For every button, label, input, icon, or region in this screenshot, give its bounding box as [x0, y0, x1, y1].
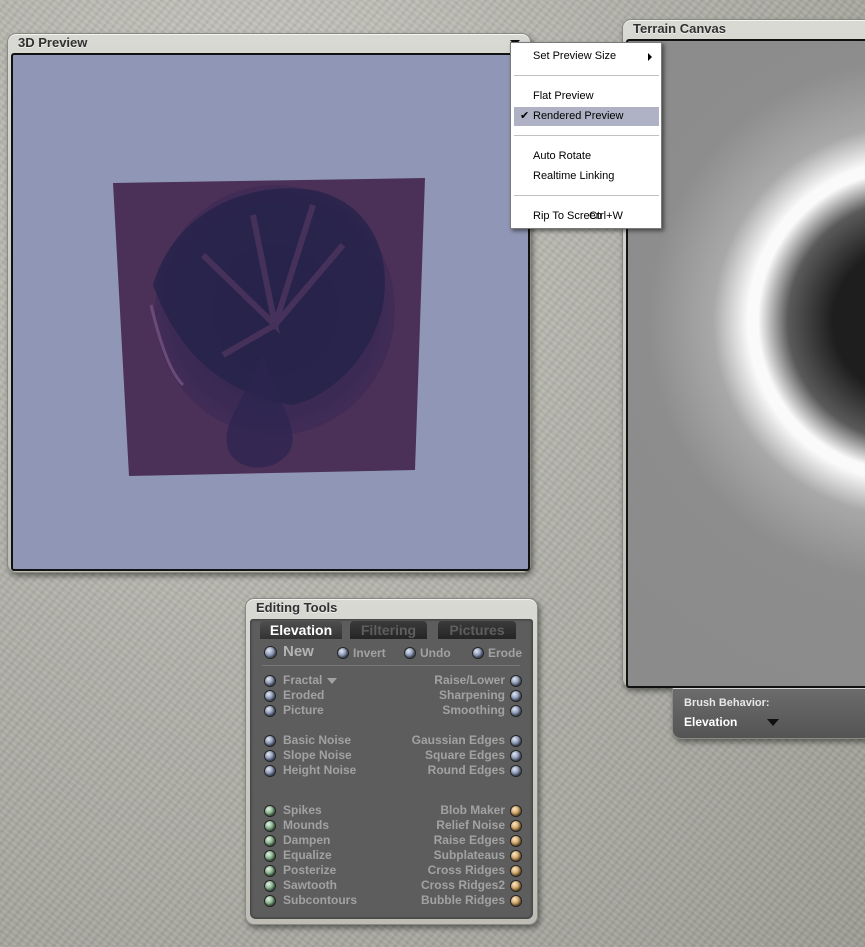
tool-button-icon[interactable] [511, 851, 521, 861]
tool-button-icon[interactable] [511, 881, 521, 891]
brush-behavior-dropdown-icon[interactable] [767, 719, 779, 726]
editing-tools-title: Editing Tools [256, 600, 338, 615]
menu-item-flat-preview[interactable]: Flat Preview [514, 87, 659, 106]
tool-button[interactable]: Relief Noise [436, 818, 505, 833]
tool-button[interactable]: Basic Noise [283, 733, 351, 748]
menu-item-label: Realtime Linking [533, 170, 615, 182]
new-button-icon[interactable] [265, 647, 276, 658]
tool-button[interactable]: Sharpening [439, 688, 505, 703]
editing-tools-body: Elevation Filtering Pictures New Invert … [250, 619, 533, 919]
tool-button[interactable]: Raise/Lower [434, 673, 505, 688]
preview-title: 3D Preview [18, 35, 88, 50]
tool-button[interactable]: Subplateaus [434, 848, 505, 863]
editing-tools-panel: Editing Tools Elevation Filtering Pictur… [245, 598, 538, 925]
tool-button-icon[interactable] [265, 881, 275, 891]
invert-button-icon[interactable] [338, 648, 348, 658]
menu-item-shortcut: Ctrl+W [589, 210, 623, 222]
menu-item-realtime-linking[interactable]: Realtime Linking [514, 167, 659, 186]
tool-button-icon[interactable] [265, 766, 275, 776]
tool-button[interactable]: Round Edges [428, 763, 505, 778]
preview-viewport[interactable] [11, 53, 530, 571]
tool-button-icon[interactable] [511, 676, 521, 686]
tool-button[interactable]: Blob Maker [440, 803, 505, 818]
menu-item-label: Auto Rotate [533, 150, 592, 162]
tool-button-icon[interactable] [265, 896, 275, 906]
tool-button-icon[interactable] [265, 806, 275, 816]
invert-button[interactable]: Invert [353, 646, 386, 661]
terrain-render [113, 178, 425, 476]
tool-button-icon[interactable] [265, 751, 275, 761]
tool-button[interactable]: Posterize [283, 863, 336, 878]
submenu-arrow-icon [648, 53, 652, 61]
tool-button[interactable]: Subcontours [283, 893, 357, 908]
tool-button-icon[interactable] [265, 821, 275, 831]
menu-separator [514, 135, 659, 136]
tool-button[interactable]: Cross Ridges [428, 863, 505, 878]
brush-behavior-value[interactable]: Elevation [684, 715, 737, 729]
menu-separator [514, 75, 659, 76]
tool-button[interactable]: Sawtooth [283, 878, 337, 893]
tool-button[interactable]: Slope Noise [283, 748, 352, 763]
erode-button-icon[interactable] [473, 648, 483, 658]
new-button[interactable]: New [283, 644, 314, 659]
tool-button-icon[interactable] [511, 766, 521, 776]
tool-button[interactable]: Raise Edges [434, 833, 505, 848]
checkmark-icon: ✔ [520, 110, 530, 122]
tool-button-icon[interactable] [265, 706, 275, 716]
tool-button[interactable]: Fractal [283, 673, 322, 688]
tool-button[interactable]: Cross Ridges2 [421, 878, 505, 893]
menu-item-rip-to-screen[interactable]: Rip To Screen Ctrl+W [514, 207, 659, 226]
tool-button-icon[interactable] [511, 836, 521, 846]
tab-elevation[interactable]: Elevation [260, 621, 342, 639]
tool-button-icon[interactable] [511, 706, 521, 716]
tool-button[interactable]: Picture [283, 703, 324, 718]
tool-button-icon[interactable] [511, 896, 521, 906]
tool-button[interactable]: Mounds [283, 818, 329, 833]
menu-item-rendered-preview[interactable]: ✔ Rendered Preview [514, 107, 659, 126]
tool-button-icon[interactable] [511, 751, 521, 761]
undo-button-icon[interactable] [405, 648, 415, 658]
fractal-dropdown-icon[interactable] [327, 678, 337, 684]
divider [262, 665, 520, 666]
preview-context-menu: Set Preview Size Flat Preview ✔ Rendered… [510, 42, 662, 229]
menu-item-auto-rotate[interactable]: Auto Rotate [514, 147, 659, 166]
tool-button-icon[interactable] [265, 691, 275, 701]
menu-separator [514, 195, 659, 196]
tool-button-icon[interactable] [265, 836, 275, 846]
tool-button-icon[interactable] [511, 691, 521, 701]
tool-button[interactable]: Bubble Ridges [421, 893, 505, 908]
undo-button[interactable]: Undo [420, 646, 451, 661]
tool-button[interactable]: Eroded [283, 688, 324, 703]
brush-behavior-label: Brush Behavior: [684, 697, 770, 709]
tool-button[interactable]: Equalize [283, 848, 332, 863]
menu-item-label: Rendered Preview [533, 110, 624, 122]
tool-button-icon[interactable] [265, 736, 275, 746]
tool-button-icon[interactable] [511, 736, 521, 746]
menu-item-label: Set Preview Size [533, 50, 617, 62]
tool-button[interactable]: Square Edges [425, 748, 505, 763]
tool-button[interactable]: Gaussian Edges [412, 733, 505, 748]
tool-button[interactable]: Spikes [283, 803, 322, 818]
brush-behavior-panel: Brush Behavior: Elevation [672, 688, 865, 739]
tool-button-icon[interactable] [265, 866, 275, 876]
menu-item-label: Flat Preview [533, 90, 594, 102]
erode-button[interactable]: Erode [488, 646, 522, 661]
tab-pictures[interactable]: Pictures [438, 621, 516, 639]
tool-button-icon[interactable] [511, 821, 521, 831]
tab-filtering[interactable]: Filtering [350, 621, 427, 639]
terrain-canvas-title: Terrain Canvas [633, 21, 726, 36]
tool-button[interactable]: Dampen [283, 833, 330, 848]
preview-panel: 3D Preview [7, 33, 531, 573]
menu-item-set-preview-size[interactable]: Set Preview Size [514, 47, 659, 66]
tool-button-icon[interactable] [511, 806, 521, 816]
tool-button-icon[interactable] [265, 851, 275, 861]
tool-button[interactable]: Height Noise [283, 763, 356, 778]
tool-button-icon[interactable] [511, 866, 521, 876]
tool-button[interactable]: Smoothing [442, 703, 505, 718]
tool-button-icon[interactable] [265, 676, 275, 686]
